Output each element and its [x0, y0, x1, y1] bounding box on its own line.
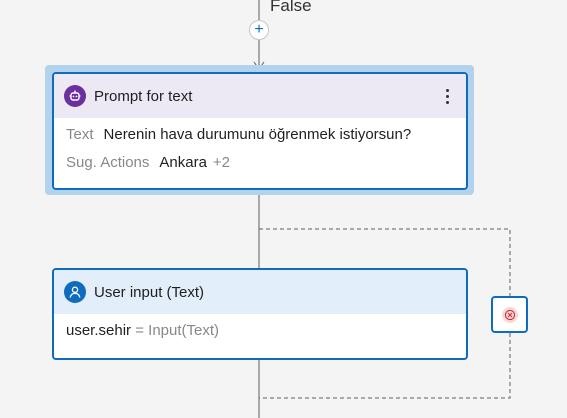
dismiss-circle-icon — [501, 306, 518, 323]
node-title: Prompt for text — [94, 87, 193, 105]
actions-extra-count: +2 — [212, 154, 231, 171]
input-expression: Input(Text) — [148, 322, 220, 339]
text-value: Nerenin hava durumunu öğrenmek istiyorsu… — [103, 126, 412, 143]
actions-value: Ankara — [159, 154, 207, 171]
add-node-button[interactable]: + — [249, 20, 269, 40]
node-body: Text Nerenin hava durumunu öğrenmek isti… — [54, 118, 466, 188]
node-title: User input (Text) — [94, 283, 205, 301]
actions-row: Sug. Actions Ankara +2 — [66, 154, 454, 182]
assign-operator: = — [135, 322, 144, 339]
node-header: Prompt for text — [54, 74, 466, 118]
more-vertical-icon[interactable] — [440, 85, 454, 107]
variable-name: user.sehir — [66, 322, 132, 339]
branch-label: False — [270, 0, 312, 15]
close-loop-button[interactable] — [491, 296, 528, 333]
text-row: Text Nerenin hava durumunu öğrenmek isti… — [66, 126, 454, 154]
person-icon — [64, 281, 86, 303]
actions-label: Sug. Actions — [66, 154, 150, 171]
node-body: user.sehir = Input(Text) — [54, 314, 466, 358]
user-input-node[interactable]: User input (Text) user.sehir = Input(Tex… — [52, 268, 468, 360]
text-label: Text — [66, 126, 94, 143]
prompt-for-text-node[interactable]: Prompt for text Text Nerenin hava durumu… — [52, 72, 468, 190]
node-header: User input (Text) — [54, 270, 466, 314]
flow-canvas: False + Prompt for text Text Nerenin hav… — [0, 0, 567, 418]
bot-icon — [64, 85, 86, 107]
assignment-row: user.sehir = Input(Text) — [66, 322, 454, 350]
